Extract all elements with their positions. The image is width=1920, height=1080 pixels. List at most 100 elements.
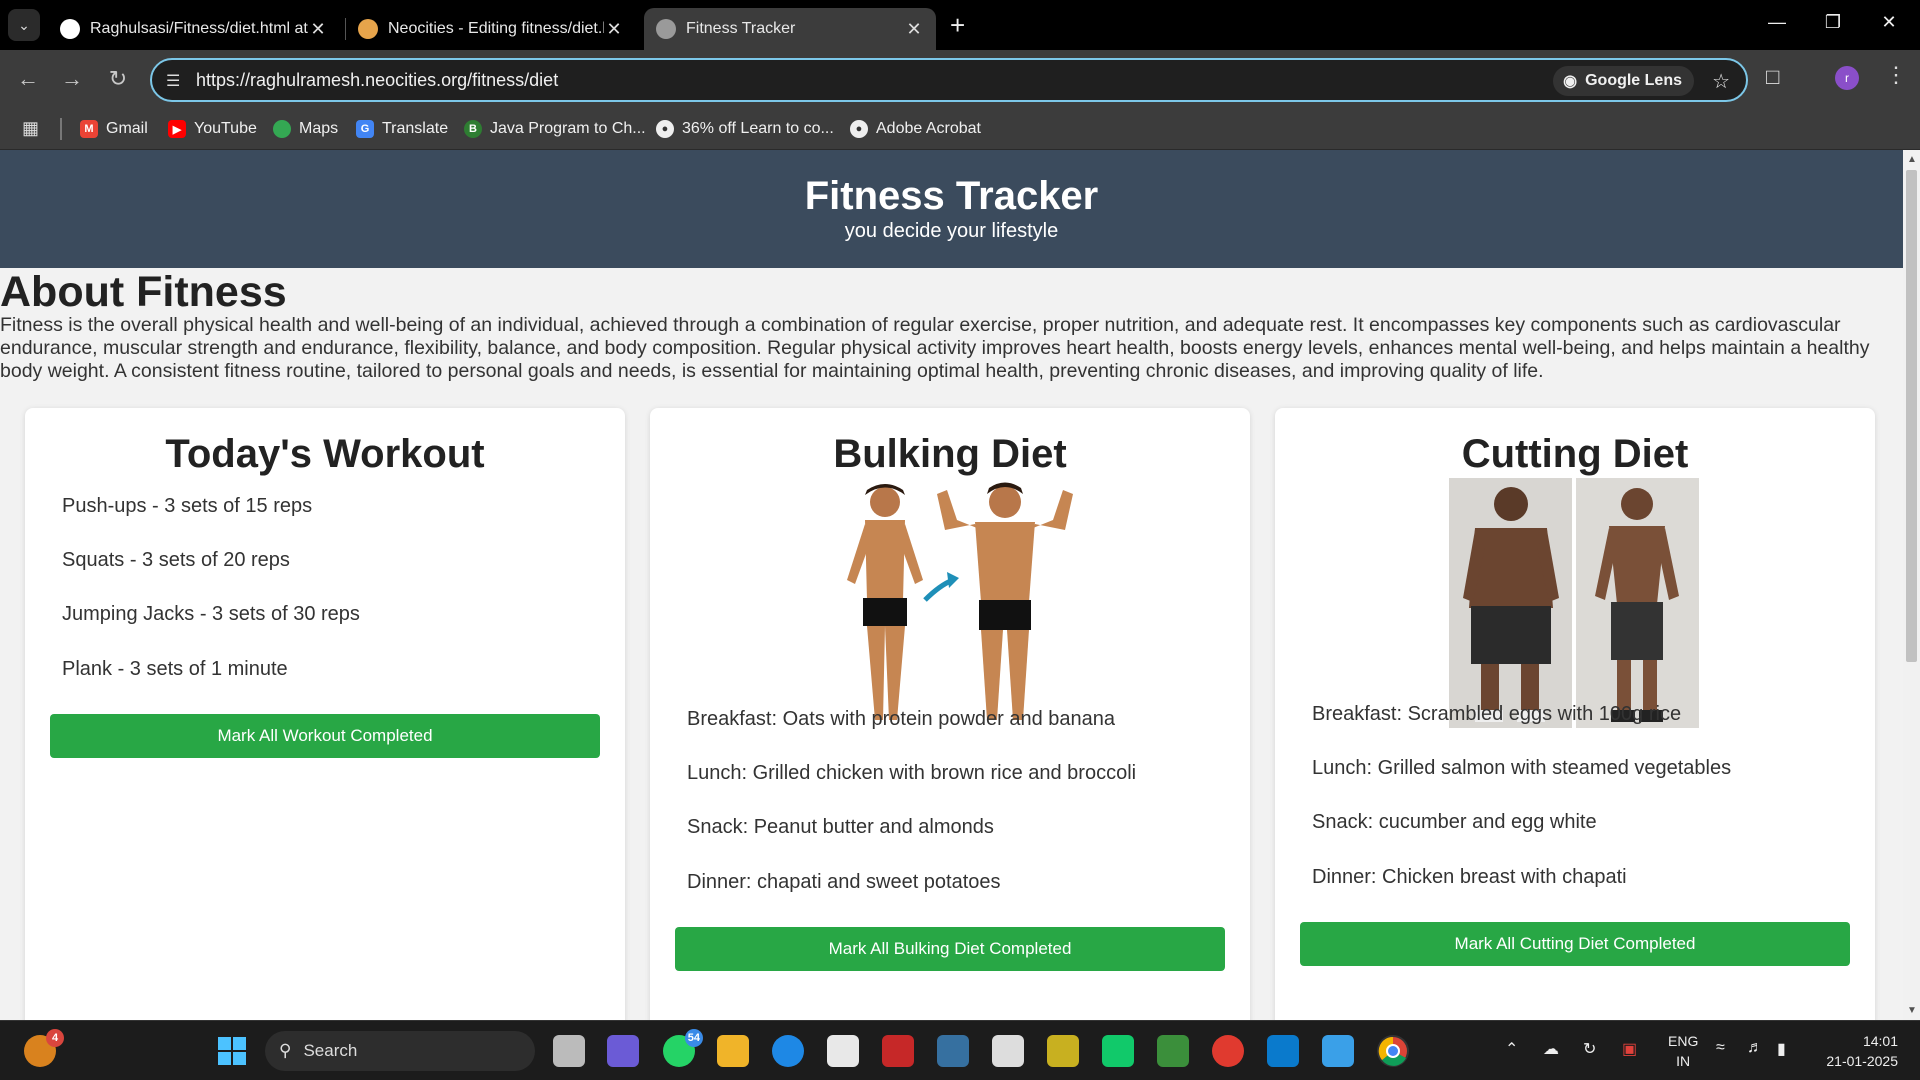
- minecraft-icon[interactable]: [1157, 1035, 1189, 1067]
- new-tab-button[interactable]: +: [950, 12, 965, 38]
- task-view-icon[interactable]: [553, 1035, 585, 1067]
- youtube-icon: ▶: [168, 120, 186, 138]
- minimize-icon[interactable]: —: [1762, 12, 1792, 33]
- cutting-card: Cutting Diet Breakfast: Scrambled eggs w…: [1275, 408, 1875, 1020]
- bulking-transformation-image: [847, 482, 1073, 720]
- snip-icon[interactable]: [1047, 1035, 1079, 1067]
- close-tab-icon[interactable]: ✕: [308, 19, 328, 40]
- workout-item: Plank - 3 sets of 1 minute: [62, 658, 288, 680]
- file-explorer-icon[interactable]: [717, 1035, 749, 1067]
- site-title: Fitness Tracker: [804, 174, 1099, 218]
- bookmark-adobe-acrobat[interactable]: ● Adobe Acrobat: [850, 116, 981, 142]
- scroll-down-arrow-icon[interactable]: ▼: [1907, 1005, 1917, 1016]
- show-hidden-icons-icon[interactable]: ⌃: [1505, 1039, 1518, 1059]
- chevron-down-icon: ⌄: [18, 16, 30, 33]
- battery-icon[interactable]: ▮: [1777, 1039, 1786, 1059]
- bookmark-java-program[interactable]: B Java Program to Ch...: [464, 116, 646, 142]
- tab-bar: ⌄ Raghulsasi/Fitness/diet.html at ✕ Neoc…: [0, 0, 1920, 50]
- workout-item: Jumping Jacks - 3 sets of 30 reps: [62, 603, 360, 625]
- notepad-icon[interactable]: [1322, 1035, 1354, 1067]
- wps-office-icon[interactable]: [1212, 1035, 1244, 1067]
- windows-taskbar: 4 ⚲ Search 54 ⌃ ☁ ↻ ▣ ENG IN ≈ ♬ ▮ 14:01…: [0, 1020, 1920, 1080]
- bookmark-maps[interactable]: Maps: [273, 116, 338, 142]
- bulking-diet-item: Lunch: Grilled chicken with brown rice a…: [687, 762, 1137, 784]
- cutting-title: Cutting Diet: [1461, 432, 1689, 476]
- edge-icon[interactable]: [772, 1035, 804, 1067]
- page-scrollbar[interactable]: ▲ ▼: [1903, 150, 1920, 1020]
- bookmark-youtube[interactable]: ▶ YouTube: [168, 116, 257, 142]
- site-tagline: you decide your lifestyle: [844, 220, 1059, 242]
- workout-title: Today's Workout: [165, 432, 485, 476]
- bookmark-learn-to-code[interactable]: ● 36% off Learn to co...: [656, 116, 834, 142]
- input-language-indicator[interactable]: ENG IN: [1668, 1031, 1698, 1071]
- url-text[interactable]: https://raghulramesh.neocities.org/fitne…: [196, 70, 558, 91]
- address-bar[interactable]: ☰ https://raghulramesh.neocities.org/fit…: [150, 58, 1748, 102]
- tab-fitness-tracker[interactable]: Fitness Tracker ✕: [644, 8, 936, 50]
- mcafee-icon[interactable]: [882, 1035, 914, 1067]
- bulking-card: Bulking Diet Breakfast: Oats with protei…: [650, 408, 1250, 1020]
- taskbar-search[interactable]: ⚲ Search: [265, 1031, 535, 1071]
- site-header: Fitness Tracker you decide your lifestyl…: [0, 150, 1903, 268]
- cutting-diet-item: Snack: cucumber and egg white: [1312, 811, 1597, 833]
- store-icon[interactable]: [827, 1035, 859, 1067]
- sync-icon[interactable]: ↻: [1583, 1039, 1596, 1059]
- about-heading: About Fitness: [0, 268, 287, 316]
- python-icon[interactable]: [937, 1035, 969, 1067]
- tab-github[interactable]: Raghulsasi/Fitness/diet.html at ✕: [48, 8, 340, 50]
- whatsapp-icon[interactable]: 54: [663, 1029, 703, 1067]
- wifi-icon[interactable]: ≈: [1716, 1039, 1725, 1057]
- tab-neocities[interactable]: Neocities - Editing fitness/diet.h ✕: [346, 8, 636, 50]
- bulking-diet-item: Breakfast: Oats with protein powder and …: [687, 708, 1116, 730]
- bulking-diet-item: Dinner: chapati and sweet potatoes: [687, 871, 1001, 893]
- workout-item: Push-ups - 3 sets of 15 reps: [62, 495, 313, 517]
- back-icon[interactable]: ←: [12, 64, 44, 96]
- camera-icon: ◉: [1563, 73, 1578, 90]
- workout-item: Squats - 3 sets of 20 reps: [62, 549, 290, 571]
- scroll-up-arrow-icon[interactable]: ▲: [1907, 154, 1917, 165]
- windows-start-icon[interactable]: [216, 1035, 248, 1067]
- close-window-icon[interactable]: ✕: [1874, 12, 1904, 33]
- page-viewport: Fitness Tracker you decide your lifestyl…: [0, 150, 1903, 1020]
- vscode-icon[interactable]: [1267, 1035, 1299, 1067]
- apps-grid-icon[interactable]: ▦: [22, 118, 39, 139]
- bookmarks-divider: [60, 118, 62, 140]
- game-controller-icon[interactable]: [1102, 1035, 1134, 1067]
- scroll-thumb[interactable]: [1906, 170, 1917, 662]
- bookmark-gmail[interactable]: M Gmail: [80, 116, 148, 142]
- tab-search-button[interactable]: ⌄: [8, 9, 40, 41]
- neocities-icon: [358, 19, 378, 39]
- extensions-icon[interactable]: □: [1766, 64, 1779, 90]
- volume-icon[interactable]: ♬: [1747, 1039, 1763, 1057]
- forward-icon[interactable]: →: [56, 64, 88, 96]
- reload-icon[interactable]: ↻: [102, 64, 134, 96]
- bookmarks-bar: ▦ M Gmail ▶ YouTube Maps G Translate B J…: [0, 108, 1920, 150]
- mark-workout-completed-button[interactable]: Mark All Workout Completed: [50, 714, 600, 758]
- browser-toolbar: ← → ↻ ☰ https://raghulramesh.neocities.o…: [0, 50, 1920, 108]
- globe-icon: ●: [850, 120, 868, 138]
- menu-icon[interactable]: ⋮: [1885, 62, 1907, 88]
- bookmark-star-icon[interactable]: ☆: [1712, 69, 1730, 94]
- gmail-icon: M: [80, 120, 98, 138]
- site-info-icon[interactable]: ☰: [166, 71, 180, 91]
- close-tab-icon[interactable]: ✕: [604, 19, 624, 40]
- close-tab-icon[interactable]: ✕: [904, 19, 924, 40]
- globe-icon: [656, 19, 676, 39]
- cutting-diet-item: Dinner: Chicken breast with chapati: [1312, 866, 1627, 888]
- globe-icon: ●: [656, 120, 674, 138]
- calendar-app-icon[interactable]: ▣: [1622, 1039, 1637, 1059]
- maps-icon: [273, 120, 291, 138]
- chrome-icon[interactable]: [1377, 1035, 1409, 1067]
- widgets-icon[interactable]: 4: [24, 1029, 64, 1067]
- google-lens-button[interactable]: ◉ Google Lens: [1553, 66, 1694, 96]
- mark-cutting-completed-button[interactable]: Mark All Cutting Diet Completed: [1300, 922, 1850, 966]
- workout-card: Today's Workout Push-ups - 3 sets of 15 …: [25, 408, 625, 1020]
- onedrive-icon[interactable]: ☁: [1543, 1039, 1559, 1059]
- copilot-icon[interactable]: [607, 1035, 639, 1067]
- profile-avatar[interactable]: r: [1835, 66, 1859, 90]
- bookmark-translate[interactable]: G Translate: [356, 116, 448, 142]
- mark-bulking-completed-button[interactable]: Mark All Bulking Diet Completed: [675, 927, 1225, 971]
- penguin-app-icon[interactable]: [992, 1035, 1024, 1067]
- bulking-title: Bulking Diet: [833, 432, 1067, 476]
- system-clock[interactable]: 14:01 21-01-2025: [1818, 1031, 1898, 1071]
- restore-icon[interactable]: ❐: [1818, 12, 1848, 33]
